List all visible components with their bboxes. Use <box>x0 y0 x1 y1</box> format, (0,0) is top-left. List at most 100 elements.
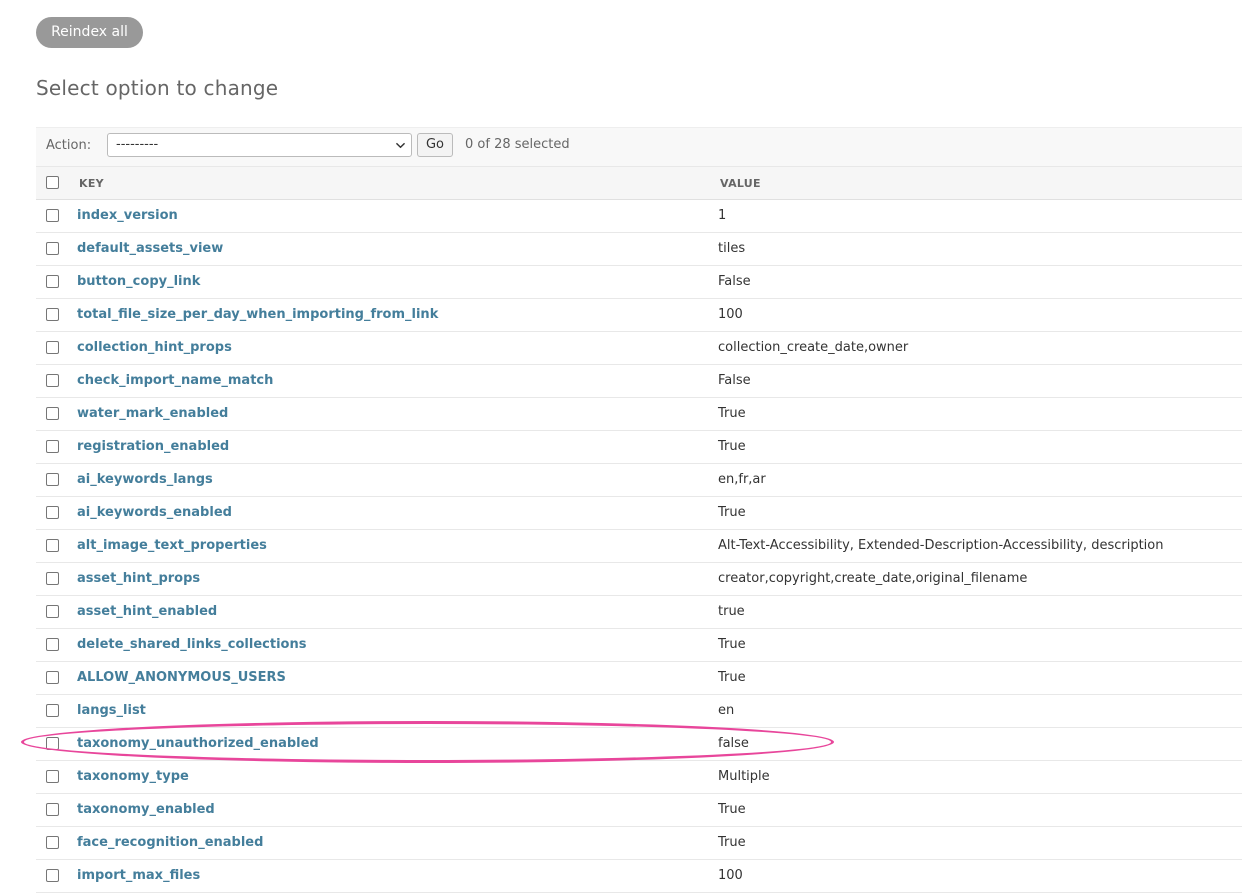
row-value: True <box>718 439 746 454</box>
row-checkbox[interactable] <box>46 275 59 288</box>
row-key-link[interactable]: collection_hint_props <box>77 340 232 355</box>
row-key-link[interactable]: check_import_name_match <box>77 373 273 388</box>
row-value: true <box>718 604 745 619</box>
row-value: False <box>718 373 751 388</box>
row-key-link[interactable]: face_recognition_enabled <box>77 835 263 850</box>
admin-changelist-page: Reindex all Select option to change Acti… <box>0 0 1242 893</box>
table-row: taxonomy_type Multiple <box>36 761 1242 794</box>
table-row: taxonomy_unauthorized_enabled false <box>36 728 1242 761</box>
row-key-link[interactable]: langs_list <box>77 703 146 718</box>
row-checkbox[interactable] <box>46 737 59 750</box>
row-value: False <box>718 274 751 289</box>
table-row: default_assets_view tiles <box>36 233 1242 266</box>
row-checkbox[interactable] <box>46 869 59 882</box>
row-value: True <box>718 505 746 520</box>
selected-count: 0 of 28 selected <box>465 137 570 152</box>
actions-bar: Action: --------- Go 0 of 28 selected <box>36 127 1242 167</box>
row-checkbox[interactable] <box>46 242 59 255</box>
row-checkbox[interactable] <box>46 308 59 321</box>
action-select-value: --------- <box>116 137 159 152</box>
table-row: ai_keywords_langs en,fr,ar <box>36 464 1242 497</box>
table-row: check_import_name_match False <box>36 365 1242 398</box>
table-row: alt_image_text_properties Alt-Text-Access… <box>36 530 1242 563</box>
table-row: asset_hint_enabled true <box>36 596 1242 629</box>
row-value: Alt-Text-Accessibility, Extended-Descrip… <box>718 538 1164 553</box>
row-key-link[interactable]: default_assets_view <box>77 241 223 256</box>
row-checkbox[interactable] <box>46 836 59 849</box>
row-key-link[interactable]: ai_keywords_langs <box>77 472 213 487</box>
row-checkbox[interactable] <box>46 440 59 453</box>
table-row: import_max_files 100 <box>36 860 1242 893</box>
row-value: True <box>718 802 746 817</box>
row-checkbox[interactable] <box>46 341 59 354</box>
table-row: collection_hint_props collection_create_d… <box>36 332 1242 365</box>
row-checkbox[interactable] <box>46 770 59 783</box>
row-value: false <box>718 736 749 751</box>
row-checkbox[interactable] <box>46 539 59 552</box>
action-select[interactable]: --------- <box>107 133 412 157</box>
row-key-link[interactable]: index_version <box>77 208 178 223</box>
table-row: taxonomy_enabled True <box>36 794 1242 827</box>
table-row: ALLOW_ANONYMOUS_USERS True <box>36 662 1242 695</box>
row-key-link[interactable]: alt_image_text_properties <box>77 538 267 553</box>
table-body: index_version 1 default_assets_view tiles bu… <box>36 200 1242 893</box>
table-row: total_file_size_per_day_when_importing_f… <box>36 299 1242 332</box>
table-row: face_recognition_enabled True <box>36 827 1242 860</box>
row-checkbox[interactable] <box>46 704 59 717</box>
action-label: Action: <box>46 138 92 153</box>
page-title: Select option to change <box>36 76 279 100</box>
chevron-down-icon <box>396 142 405 149</box>
row-value: en,fr,ar <box>718 472 766 487</box>
row-checkbox[interactable] <box>46 407 59 420</box>
row-key-link[interactable]: delete_shared_links_collections <box>77 637 306 652</box>
row-key-link[interactable]: ai_keywords_enabled <box>77 505 232 520</box>
row-checkbox[interactable] <box>46 209 59 222</box>
row-key-link[interactable]: button_copy_link <box>77 274 200 289</box>
table-row: delete_shared_links_collections True <box>36 629 1242 662</box>
row-key-link[interactable]: total_file_size_per_day_when_importing_f… <box>77 307 438 322</box>
row-value: tiles <box>718 241 746 256</box>
row-key-link[interactable]: water_mark_enabled <box>77 406 228 421</box>
results-table: KEY VALUE index_version 1 default_assets_v… <box>36 166 1242 893</box>
row-value: True <box>718 835 746 850</box>
row-key-link[interactable]: taxonomy_type <box>77 769 189 784</box>
row-checkbox[interactable] <box>46 506 59 519</box>
row-checkbox[interactable] <box>46 803 59 816</box>
table-row: registration_enabled True <box>36 431 1242 464</box>
table-row: button_copy_link False <box>36 266 1242 299</box>
row-value: en <box>718 703 735 718</box>
row-key-link[interactable]: import_max_files <box>77 868 200 883</box>
table-row: index_version 1 <box>36 200 1242 233</box>
row-value: True <box>718 637 746 652</box>
row-checkbox[interactable] <box>46 638 59 651</box>
table-row: water_mark_enabled True <box>36 398 1242 431</box>
table-row: asset_hint_props creator,copyright,create… <box>36 563 1242 596</box>
row-key-link[interactable]: taxonomy_enabled <box>77 802 215 817</box>
row-checkbox[interactable] <box>46 374 59 387</box>
row-value: 1 <box>718 208 727 223</box>
column-header-key[interactable]: KEY <box>79 177 104 190</box>
row-key-link[interactable]: registration_enabled <box>77 439 229 454</box>
row-checkbox[interactable] <box>46 605 59 618</box>
reindex-all-button[interactable]: Reindex all <box>36 17 143 48</box>
row-checkbox[interactable] <box>46 671 59 684</box>
column-header-value[interactable]: VALUE <box>720 177 761 190</box>
row-checkbox[interactable] <box>46 572 59 585</box>
row-key-link[interactable]: taxonomy_unauthorized_enabled <box>77 736 319 751</box>
row-value: Multiple <box>718 769 770 784</box>
table-row: langs_list en <box>36 695 1242 728</box>
row-value: True <box>718 670 746 685</box>
row-value: True <box>718 406 746 421</box>
row-value: 100 <box>718 307 743 322</box>
row-value: creator,copyright,create_date,original_f… <box>718 571 1028 586</box>
row-key-link[interactable]: ALLOW_ANONYMOUS_USERS <box>77 670 286 685</box>
table-header-row: KEY VALUE <box>36 166 1242 200</box>
row-value: collection_create_date,owner <box>718 340 909 355</box>
row-checkbox[interactable] <box>46 473 59 486</box>
row-key-link[interactable]: asset_hint_props <box>77 571 200 586</box>
row-key-link[interactable]: asset_hint_enabled <box>77 604 217 619</box>
select-all-checkbox[interactable] <box>46 176 59 189</box>
table-row: ai_keywords_enabled True <box>36 497 1242 530</box>
row-value: 100 <box>718 868 743 883</box>
go-button[interactable]: Go <box>417 133 453 157</box>
